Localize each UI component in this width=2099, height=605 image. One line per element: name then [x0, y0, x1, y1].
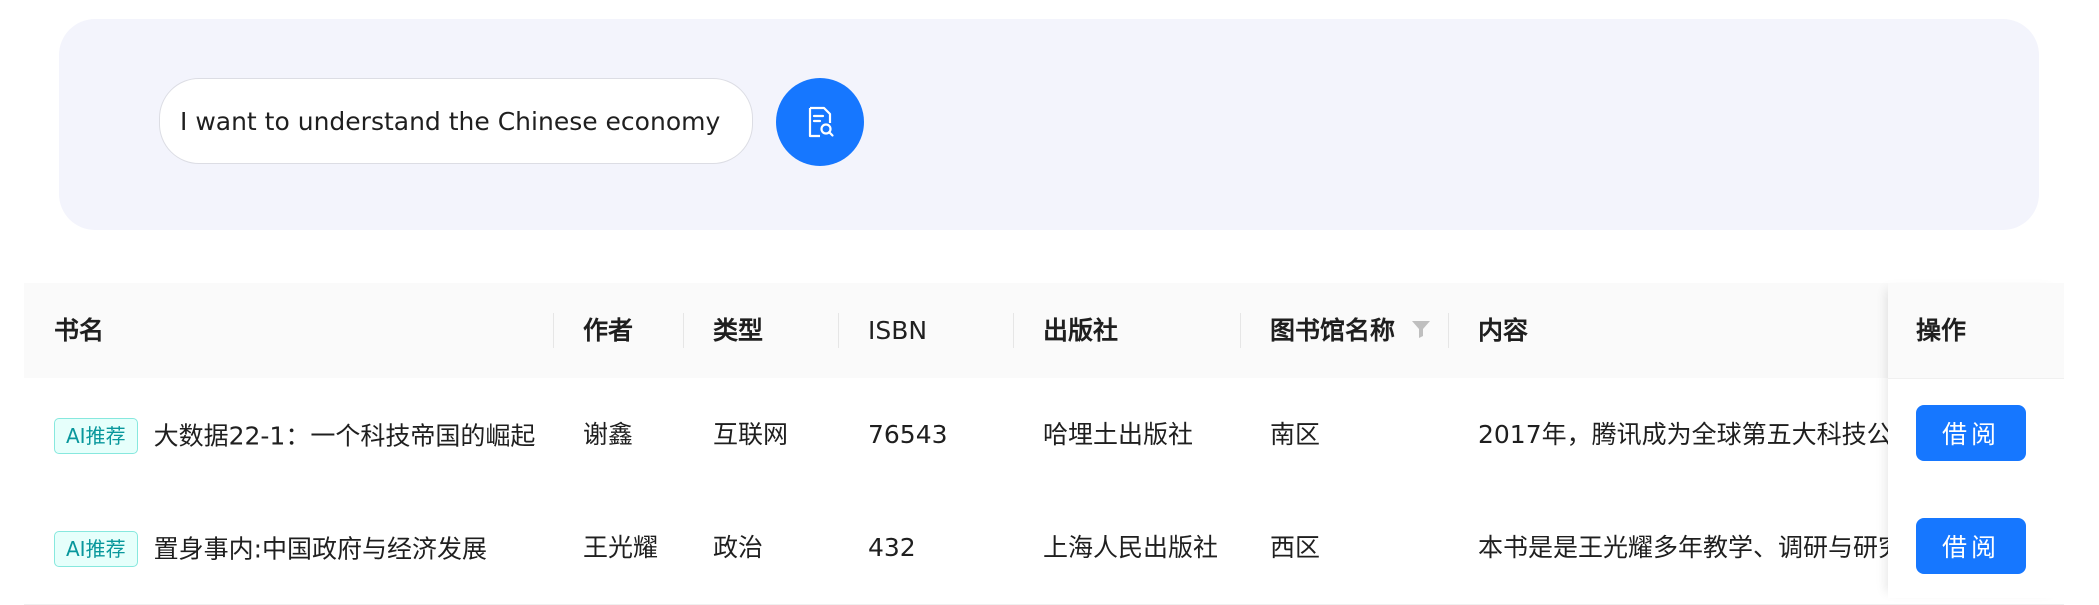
column-header-library: 图书馆名称	[1270, 316, 1396, 345]
column-divider	[838, 313, 839, 348]
book-table: 书名 作者 类型 ISBN 出版社 图书馆名称 内容 AI推荐 大数据22-1：一…	[24, 283, 2064, 605]
type-cell: 互联网	[713, 420, 789, 449]
publisher-cell: 哈埋土出版社	[1043, 420, 1194, 449]
column-header-isbn: ISBN	[868, 316, 928, 345]
borrow-button[interactable]: 借阅	[1916, 405, 2026, 461]
column-divider	[1013, 313, 1014, 348]
table-row: AI推荐 大数据22-1：一个科技帝国的崛起 谢鑫 互联网 76543 哈埋土出版…	[24, 378, 2064, 492]
action-column-header: 操作	[1888, 283, 2064, 379]
column-header-type: 类型	[713, 316, 764, 345]
book-title-cell: AI推荐 置身事内:中国政府与经济发展	[54, 491, 549, 604]
column-divider	[1240, 313, 1241, 348]
search-document-icon	[808, 106, 834, 138]
table-row: AI推荐 置身事内:中国政府与经济发展 王光耀 政治 432 上海人民出版社 西区…	[24, 491, 2064, 605]
column-header-author: 作者	[583, 316, 634, 345]
author-cell: 王光耀	[583, 533, 659, 562]
column-header-action: 操作	[1916, 316, 1967, 345]
table-header: 书名 作者 类型 ISBN 出版社 图书馆名称 内容	[24, 283, 2064, 379]
action-column: 操作 借阅 借阅	[1888, 283, 2064, 598]
content-cell: 2017年，腾讯成为全球第五大科技公司	[1478, 420, 1888, 449]
search-input[interactable]	[159, 78, 753, 164]
column-header-publisher: 出版社	[1043, 316, 1119, 345]
isbn-cell: 76543	[868, 420, 948, 449]
book-title-cell: AI推荐 大数据22-1：一个科技帝国的崛起	[54, 378, 549, 491]
library-cell: 西区	[1270, 533, 1321, 562]
book-title: 大数据22-1：一个科技帝国的崛起	[153, 421, 536, 451]
book-title: 置身事内:中国政府与经济发展	[153, 534, 488, 564]
borrow-button[interactable]: 借阅	[1916, 518, 2026, 574]
column-divider	[683, 313, 684, 348]
column-header-title: 书名	[54, 316, 105, 345]
column-divider	[1448, 313, 1449, 348]
isbn-cell: 432	[868, 533, 916, 562]
filter-icon[interactable]	[1411, 319, 1431, 339]
search-button[interactable]	[776, 78, 864, 166]
ai-recommend-tag: AI推荐	[54, 418, 138, 454]
library-cell: 南区	[1270, 420, 1321, 449]
ai-recommend-tag: AI推荐	[54, 531, 138, 567]
column-divider	[553, 313, 554, 348]
publisher-cell: 上海人民出版社	[1043, 533, 1219, 562]
type-cell: 政治	[713, 533, 764, 562]
author-cell: 谢鑫	[583, 420, 634, 449]
content-cell: 本书是是王光耀多年教学、调研与研究	[1478, 533, 1888, 562]
column-header-content: 内容	[1478, 316, 1529, 345]
